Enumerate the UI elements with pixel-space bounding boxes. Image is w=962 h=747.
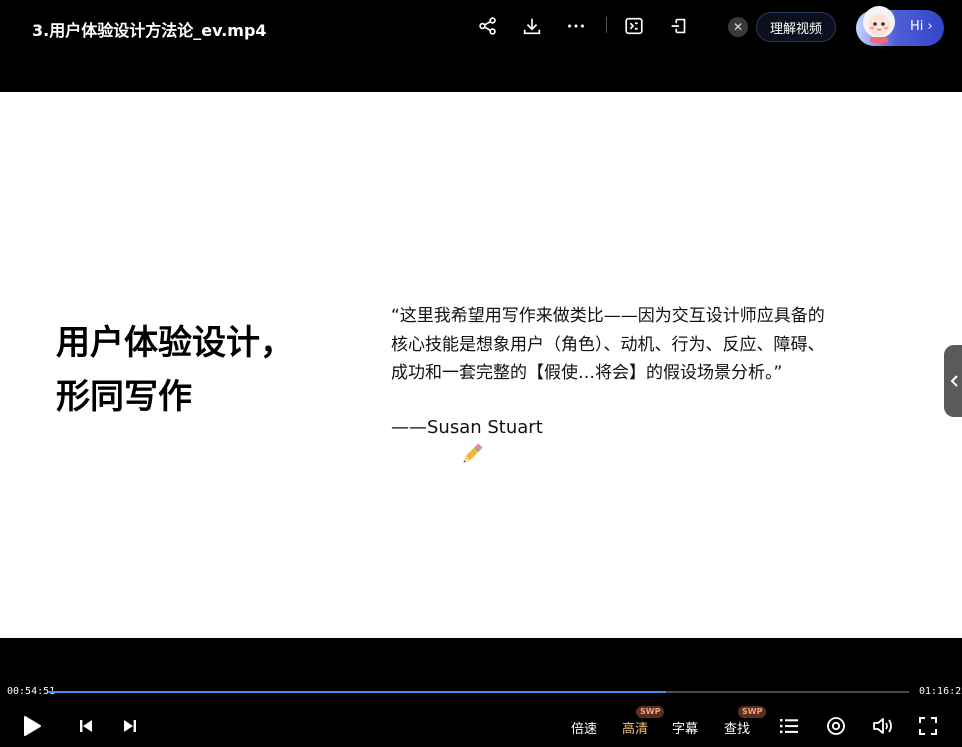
quality-swp-badge: SWP xyxy=(636,706,665,718)
slide-title-line: 用户体验设计， xyxy=(56,323,294,363)
video-title: 3.用户体验设计方法论_ev.mp4 xyxy=(32,21,267,40)
chevron-left-icon xyxy=(950,375,958,387)
quote-line: 成功和一套完整的【假使…将会】的假设场景分析。” xyxy=(391,363,783,383)
slide-title-line: 形同写作 xyxy=(56,377,192,417)
search-button[interactable]: 查找 xyxy=(724,718,750,737)
volume-icon[interactable] xyxy=(872,715,894,737)
next-icon[interactable] xyxy=(120,716,140,736)
download-icon[interactable] xyxy=(520,14,544,38)
ai-assistant-button[interactable]: Hi › xyxy=(856,6,944,46)
pip-icon[interactable] xyxy=(667,14,691,38)
total-time: 01:16:22 xyxy=(919,686,962,697)
pencil-cursor-icon xyxy=(463,443,483,463)
video-player: 3.用户体验设计方法论_ev.mp4 ✕ 理解视频 Hi › 用户体验设计， 形… xyxy=(0,0,962,747)
share-icon[interactable] xyxy=(476,14,500,38)
settings-icon[interactable] xyxy=(825,715,847,737)
slide-title: 用户体验设计， 形同写作 xyxy=(56,316,294,424)
toolbar-divider xyxy=(606,17,607,33)
subtitle-button[interactable]: 字幕 xyxy=(672,718,698,737)
slide-quote: “这里我希望用写作来做类比——因为交互设计师应具备的 核心技能是想象用户（角色）… xyxy=(391,302,891,388)
top-bar: 3.用户体验设计方法论_ev.mp4 ✕ 理解视频 Hi › xyxy=(0,0,962,92)
progress-bar[interactable] xyxy=(48,691,909,693)
more-icon[interactable] xyxy=(564,14,588,38)
ai-avatar-icon xyxy=(863,6,895,43)
quality-button[interactable]: 高清 xyxy=(622,718,648,737)
video-frame[interactable]: 用户体验设计， 形同写作 “这里我希望用写作来做类比——因为交互设计师应具备的 … xyxy=(0,92,962,638)
playlist-icon[interactable] xyxy=(778,715,800,737)
side-panel-toggle[interactable] xyxy=(944,345,962,417)
play-icon[interactable] xyxy=(20,714,44,738)
quote-line: 核心技能是想象用户（角色）、动机、行为、反应、障碍、 xyxy=(391,334,825,355)
ai-assistant-label: Hi › xyxy=(910,19,933,34)
quote-line: “这里我希望用写作来做类比——因为交互设计师应具备的 xyxy=(391,306,825,326)
screenshot-icon[interactable] xyxy=(622,14,646,38)
speed-button[interactable]: 倍速 xyxy=(571,718,597,737)
quote-author: ——Susan Stuart xyxy=(391,417,543,438)
progress-fill xyxy=(48,691,667,693)
close-icon[interactable]: ✕ xyxy=(728,17,748,37)
search-swp-badge: SWP xyxy=(738,706,767,718)
control-bar: 00:54:51 01:16:22 倍速 SWP 高清 字幕 SWP 查找 xyxy=(0,638,962,747)
previous-icon[interactable] xyxy=(76,716,96,736)
understand-video-button[interactable]: 理解视频 xyxy=(756,12,836,42)
fullscreen-icon[interactable] xyxy=(917,715,939,737)
